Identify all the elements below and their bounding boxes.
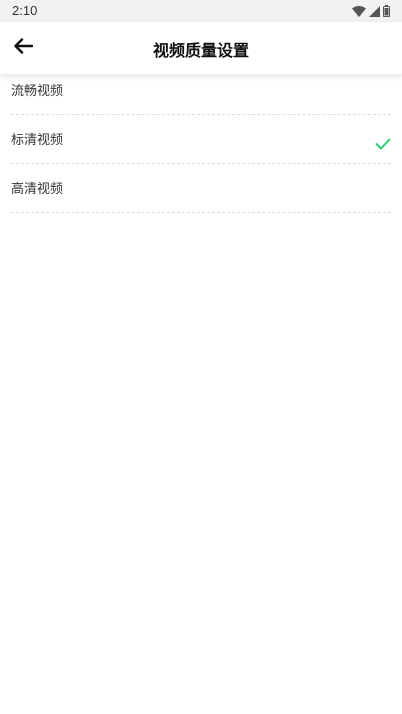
status-bar: 2:10 [0, 0, 402, 22]
battery-icon [383, 5, 390, 17]
option-label: 流畅视频 [11, 84, 64, 99]
check-icon [375, 135, 391, 150]
app-bar: 视频质量设置 [0, 22, 402, 74]
status-icons [352, 4, 390, 18]
option-hd-video[interactable]: 高清视频 [11, 164, 391, 213]
option-standard-video[interactable]: 标清视频 [11, 115, 391, 164]
status-time: 2:10 [12, 3, 38, 18]
option-label: 标清视频 [11, 133, 64, 148]
option-smooth-video[interactable]: 流畅视频 [11, 74, 391, 115]
wifi-icon [352, 5, 366, 17]
screen: 2:10 视频质量设置 流畅视频 标清视频 高清视频 [0, 0, 402, 714]
video-quality-options: 流畅视频 标清视频 高清视频 [0, 74, 402, 213]
cellular-signal-icon [369, 5, 380, 17]
corner-mark [0, 708, 4, 714]
option-label: 高清视频 [11, 182, 64, 197]
page-title: 视频质量设置 [152, 41, 249, 60]
